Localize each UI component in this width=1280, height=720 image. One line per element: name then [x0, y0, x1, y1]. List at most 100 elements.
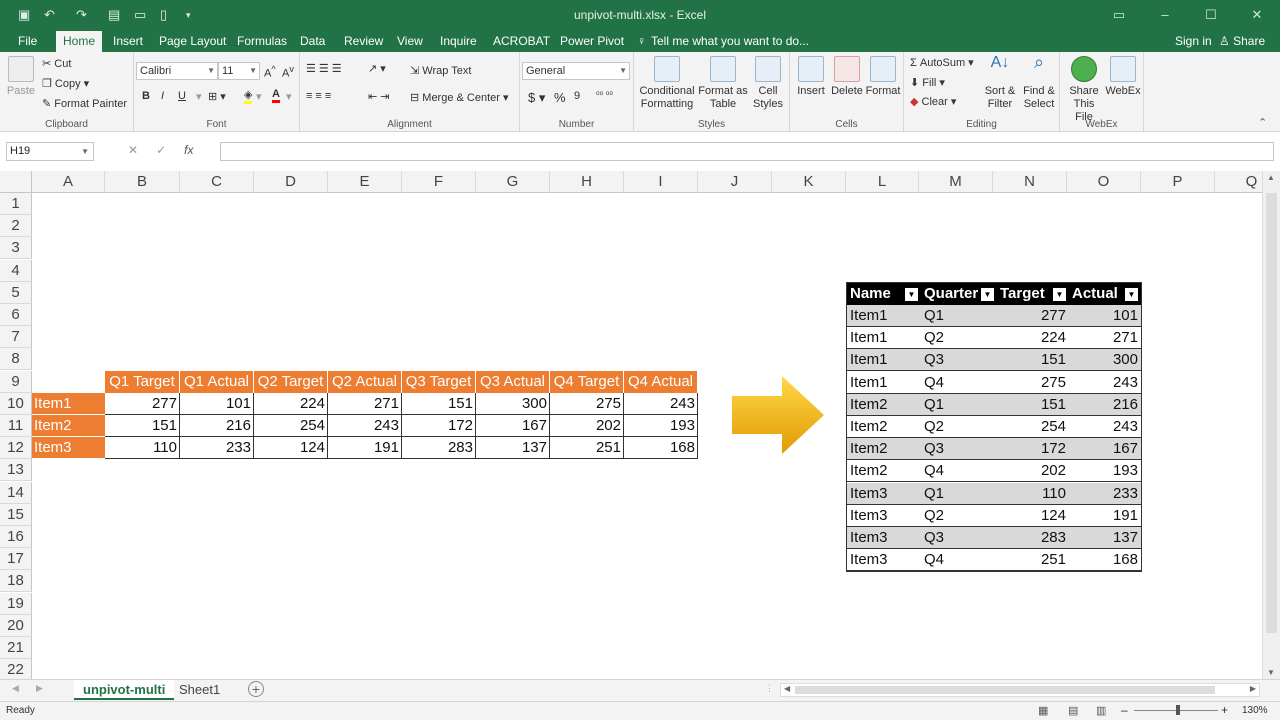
horizontal-scrollbar[interactable]: ◀ ▶	[780, 683, 1260, 697]
source-value-cell[interactable]: 283	[402, 437, 476, 460]
next-sheet-icon[interactable]: ▶	[36, 683, 43, 694]
source-value-cell[interactable]: 151	[105, 415, 180, 437]
result-cell[interactable]: 137	[1069, 527, 1141, 549]
row-header-19[interactable]: 19	[0, 592, 32, 615]
column-header-b[interactable]: B	[105, 171, 180, 193]
source-value-cell[interactable]: 271	[328, 392, 402, 415]
source-value-cell[interactable]: 254	[254, 415, 328, 437]
autosum-button[interactable]: Σ AutoSum ▾	[910, 56, 974, 69]
source-value-cell[interactable]: 193	[624, 415, 698, 437]
bold-button[interactable]: B	[142, 90, 150, 102]
number-format-select[interactable]: General ▼	[522, 62, 630, 80]
collapse-ribbon-icon[interactable]: ⌃	[1258, 116, 1267, 129]
zoom-out-icon[interactable]: –	[1121, 703, 1128, 717]
source-value-cell[interactable]: 101	[180, 392, 254, 415]
orientation-icon[interactable]: ↗ ▾	[368, 62, 386, 75]
close-button[interactable]: ✕	[1234, 0, 1280, 30]
source-value-cell[interactable]: 151	[402, 392, 476, 415]
result-cell[interactable]: Item1	[847, 372, 921, 394]
result-cell[interactable]: Item2	[847, 438, 921, 460]
cell-styles-button[interactable]: Cell Styles	[748, 56, 788, 111]
column-header-f[interactable]: F	[402, 171, 476, 193]
filter-dropdown-icon[interactable]: ▼	[981, 288, 994, 301]
italic-button[interactable]: I	[161, 90, 164, 102]
result-cell[interactable]: Item1	[847, 349, 921, 371]
result-cell[interactable]: 193	[1069, 460, 1141, 482]
result-cell[interactable]: 101	[1069, 305, 1141, 327]
result-cell[interactable]: Item3	[847, 505, 921, 527]
tab-inquire[interactable]: Inquire	[433, 33, 484, 50]
zoom-level[interactable]: 130%	[1242, 705, 1268, 716]
row-header-3[interactable]: 3	[0, 237, 32, 260]
source-value-cell[interactable]: 124	[254, 437, 328, 460]
source-value-cell[interactable]: 233	[180, 437, 254, 460]
shrink-font-button[interactable]: Av	[282, 64, 294, 80]
row-header-14[interactable]: 14	[0, 481, 32, 504]
column-header-a[interactable]: A	[32, 171, 105, 193]
result-cell[interactable]: Q3	[921, 349, 997, 371]
wrap-text-button[interactable]: ⇲ Wrap Text	[410, 64, 471, 77]
source-value-cell[interactable]: 224	[254, 392, 328, 415]
result-cell[interactable]: Q2	[921, 327, 997, 349]
sheet-tab-unpivot-multi[interactable]: unpivot-multi	[74, 680, 175, 700]
clear-button[interactable]: ◆ Clear ▾	[910, 95, 956, 108]
source-value-cell[interactable]: 243	[328, 415, 402, 437]
source-value-cell[interactable]: 137	[476, 437, 550, 460]
source-header-cell[interactable]: Q1 Target	[105, 370, 180, 393]
borders-icon[interactable]: ⊞ ▾	[208, 90, 226, 103]
tab-home[interactable]: Home	[56, 31, 103, 52]
result-cell[interactable]: Item3	[847, 549, 921, 571]
result-cell[interactable]: 233	[1069, 483, 1141, 505]
source-header-cell[interactable]: Q3 Target	[402, 370, 476, 393]
source-corner-cell[interactable]	[32, 371, 105, 393]
result-header-actual[interactable]: Actual ▼	[1069, 283, 1141, 305]
scroll-thumb[interactable]	[1266, 193, 1277, 633]
add-sheet-icon[interactable]: +	[248, 681, 264, 697]
result-cell[interactable]: Q2	[921, 416, 997, 438]
source-item-label[interactable]: Item2	[32, 415, 105, 437]
format-as-table-button[interactable]: Format as Table	[698, 56, 748, 111]
result-cell[interactable]: Q1	[921, 305, 997, 327]
cut-button[interactable]: ✂ Cut	[42, 57, 71, 70]
result-cell[interactable]: 151	[997, 394, 1069, 416]
result-cell[interactable]: 191	[1069, 505, 1141, 527]
result-cell[interactable]: Item2	[847, 394, 921, 416]
result-cell[interactable]: 110	[997, 483, 1069, 505]
result-cell[interactable]: Q1	[921, 483, 997, 505]
row-header-2[interactable]: 2	[0, 215, 32, 238]
result-cell[interactable]: 243	[1069, 416, 1141, 438]
decimal-icons[interactable]: ⁰⁰ ⁰⁰	[596, 90, 613, 101]
row-header-8[interactable]: 8	[0, 348, 32, 371]
result-cell[interactable]: Item1	[847, 305, 921, 327]
find-select-button[interactable]: ⌕ Find & Select	[1020, 53, 1058, 111]
sort-filter-button[interactable]: A↓ Sort & Filter	[982, 55, 1018, 111]
row-header-12[interactable]: 12	[0, 437, 32, 460]
tab-review[interactable]: Review	[337, 33, 390, 50]
result-cell[interactable]: Item3	[847, 483, 921, 505]
result-cell[interactable]: Q4	[921, 460, 997, 482]
row-header-1[interactable]: 1	[0, 193, 32, 215]
source-header-cell[interactable]: Q4 Actual	[624, 370, 698, 393]
tab-insert[interactable]: Insert	[106, 33, 150, 50]
format-painter-button[interactable]: ✎ Format Painter	[42, 97, 127, 110]
underline-dropdown[interactable]: ▾	[196, 90, 202, 103]
tab-view[interactable]: View	[390, 33, 430, 50]
result-cell[interactable]: 251	[997, 549, 1069, 571]
result-cell[interactable]: Item2	[847, 460, 921, 482]
hscroll-thumb[interactable]	[795, 686, 1215, 694]
result-cell[interactable]: 243	[1069, 372, 1141, 394]
source-value-cell[interactable]: 191	[328, 437, 402, 460]
result-cell[interactable]: 224	[997, 327, 1069, 349]
source-value-cell[interactable]: 300	[476, 392, 550, 415]
column-header-c[interactable]: C	[180, 171, 254, 193]
minimize-button[interactable]: –	[1142, 0, 1188, 30]
source-header-cell[interactable]: Q2 Actual	[328, 370, 402, 393]
cancel-icon[interactable]: ✕	[128, 143, 156, 157]
result-cell[interactable]: 277	[997, 305, 1069, 327]
result-cell[interactable]: Item3	[847, 527, 921, 549]
result-cell[interactable]: Q2	[921, 505, 997, 527]
split-handle[interactable]: ⋮	[765, 683, 774, 694]
result-cell[interactable]: 124	[997, 505, 1069, 527]
source-value-cell[interactable]: 202	[550, 415, 624, 437]
row-header-11[interactable]: 11	[0, 415, 32, 437]
